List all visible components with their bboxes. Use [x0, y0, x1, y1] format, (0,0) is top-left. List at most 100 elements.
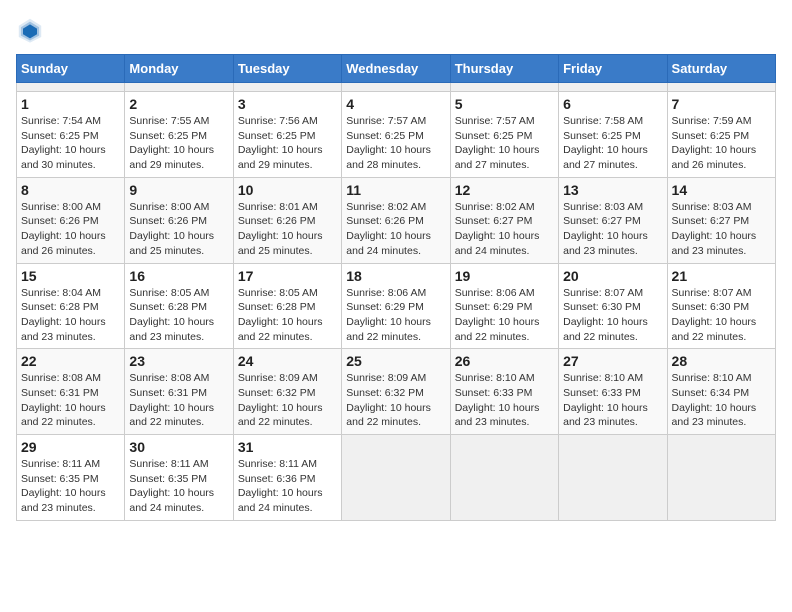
- day-cell: 10 Sunrise: 8:01 AMSunset: 6:26 PMDaylig…: [233, 177, 341, 263]
- calendar-header-row: SundayMondayTuesdayWednesdayThursdayFrid…: [17, 55, 776, 83]
- day-cell: [450, 435, 558, 521]
- day-info: Sunrise: 8:03 AMSunset: 6:27 PMDaylight:…: [672, 201, 757, 257]
- day-number: 18: [346, 268, 445, 284]
- day-cell: 2 Sunrise: 7:55 AMSunset: 6:25 PMDayligh…: [125, 92, 233, 178]
- day-number: 5: [455, 96, 554, 112]
- day-info: Sunrise: 8:11 AMSunset: 6:36 PMDaylight:…: [238, 458, 323, 514]
- day-info: Sunrise: 7:54 AMSunset: 6:25 PMDaylight:…: [21, 115, 106, 171]
- day-info: Sunrise: 8:11 AMSunset: 6:35 PMDaylight:…: [21, 458, 106, 514]
- day-number: 23: [129, 353, 228, 369]
- day-info: Sunrise: 8:02 AMSunset: 6:27 PMDaylight:…: [455, 201, 540, 257]
- day-cell: [17, 83, 125, 92]
- day-cell: [233, 83, 341, 92]
- day-cell: 17 Sunrise: 8:05 AMSunset: 6:28 PMDaylig…: [233, 263, 341, 349]
- day-info: Sunrise: 8:08 AMSunset: 6:31 PMDaylight:…: [129, 372, 214, 428]
- logo: [16, 16, 48, 44]
- day-info: Sunrise: 8:10 AMSunset: 6:33 PMDaylight:…: [563, 372, 648, 428]
- day-number: 28: [672, 353, 771, 369]
- day-info: Sunrise: 7:58 AMSunset: 6:25 PMDaylight:…: [563, 115, 648, 171]
- week-row-5: 29 Sunrise: 8:11 AMSunset: 6:35 PMDaylig…: [17, 435, 776, 521]
- day-cell: 28 Sunrise: 8:10 AMSunset: 6:34 PMDaylig…: [667, 349, 775, 435]
- week-row-1: 1 Sunrise: 7:54 AMSunset: 6:25 PMDayligh…: [17, 92, 776, 178]
- day-number: 31: [238, 439, 337, 455]
- calendar: SundayMondayTuesdayWednesdayThursdayFrid…: [16, 54, 776, 521]
- day-cell: 24 Sunrise: 8:09 AMSunset: 6:32 PMDaylig…: [233, 349, 341, 435]
- week-row-3: 15 Sunrise: 8:04 AMSunset: 6:28 PMDaylig…: [17, 263, 776, 349]
- day-number: 30: [129, 439, 228, 455]
- day-info: Sunrise: 8:02 AMSunset: 6:26 PMDaylight:…: [346, 201, 431, 257]
- day-number: 27: [563, 353, 662, 369]
- day-number: 6: [563, 96, 662, 112]
- day-number: 14: [672, 182, 771, 198]
- day-number: 21: [672, 268, 771, 284]
- day-cell: [342, 83, 450, 92]
- day-number: 10: [238, 182, 337, 198]
- day-cell: [559, 435, 667, 521]
- day-cell: 18 Sunrise: 8:06 AMSunset: 6:29 PMDaylig…: [342, 263, 450, 349]
- day-number: 13: [563, 182, 662, 198]
- logo-icon: [16, 16, 44, 44]
- day-cell: 30 Sunrise: 8:11 AMSunset: 6:35 PMDaylig…: [125, 435, 233, 521]
- day-number: 1: [21, 96, 120, 112]
- day-cell: [559, 83, 667, 92]
- header-friday: Friday: [559, 55, 667, 83]
- day-cell: 11 Sunrise: 8:02 AMSunset: 6:26 PMDaylig…: [342, 177, 450, 263]
- day-cell: [125, 83, 233, 92]
- day-number: 7: [672, 96, 771, 112]
- header-tuesday: Tuesday: [233, 55, 341, 83]
- day-info: Sunrise: 8:06 AMSunset: 6:29 PMDaylight:…: [455, 287, 540, 343]
- week-row-0: [17, 83, 776, 92]
- day-number: 11: [346, 182, 445, 198]
- day-info: Sunrise: 8:00 AMSunset: 6:26 PMDaylight:…: [21, 201, 106, 257]
- day-cell: 1 Sunrise: 7:54 AMSunset: 6:25 PMDayligh…: [17, 92, 125, 178]
- day-cell: 16 Sunrise: 8:05 AMSunset: 6:28 PMDaylig…: [125, 263, 233, 349]
- day-cell: [667, 83, 775, 92]
- header-monday: Monday: [125, 55, 233, 83]
- day-cell: 31 Sunrise: 8:11 AMSunset: 6:36 PMDaylig…: [233, 435, 341, 521]
- day-info: Sunrise: 7:57 AMSunset: 6:25 PMDaylight:…: [455, 115, 540, 171]
- header-saturday: Saturday: [667, 55, 775, 83]
- day-cell: 7 Sunrise: 7:59 AMSunset: 6:25 PMDayligh…: [667, 92, 775, 178]
- day-info: Sunrise: 8:11 AMSunset: 6:35 PMDaylight:…: [129, 458, 214, 514]
- day-info: Sunrise: 8:07 AMSunset: 6:30 PMDaylight:…: [563, 287, 648, 343]
- day-number: 15: [21, 268, 120, 284]
- day-info: Sunrise: 7:59 AMSunset: 6:25 PMDaylight:…: [672, 115, 757, 171]
- day-cell: 6 Sunrise: 7:58 AMSunset: 6:25 PMDayligh…: [559, 92, 667, 178]
- week-row-2: 8 Sunrise: 8:00 AMSunset: 6:26 PMDayligh…: [17, 177, 776, 263]
- day-info: Sunrise: 8:05 AMSunset: 6:28 PMDaylight:…: [238, 287, 323, 343]
- day-cell: 12 Sunrise: 8:02 AMSunset: 6:27 PMDaylig…: [450, 177, 558, 263]
- day-number: 17: [238, 268, 337, 284]
- day-info: Sunrise: 8:01 AMSunset: 6:26 PMDaylight:…: [238, 201, 323, 257]
- day-number: 25: [346, 353, 445, 369]
- day-info: Sunrise: 8:00 AMSunset: 6:26 PMDaylight:…: [129, 201, 214, 257]
- day-number: 16: [129, 268, 228, 284]
- day-cell: [667, 435, 775, 521]
- day-cell: 13 Sunrise: 8:03 AMSunset: 6:27 PMDaylig…: [559, 177, 667, 263]
- day-number: 4: [346, 96, 445, 112]
- week-row-4: 22 Sunrise: 8:08 AMSunset: 6:31 PMDaylig…: [17, 349, 776, 435]
- day-cell: 15 Sunrise: 8:04 AMSunset: 6:28 PMDaylig…: [17, 263, 125, 349]
- day-cell: 14 Sunrise: 8:03 AMSunset: 6:27 PMDaylig…: [667, 177, 775, 263]
- day-info: Sunrise: 8:10 AMSunset: 6:33 PMDaylight:…: [455, 372, 540, 428]
- day-number: 29: [21, 439, 120, 455]
- day-number: 9: [129, 182, 228, 198]
- day-info: Sunrise: 8:09 AMSunset: 6:32 PMDaylight:…: [346, 372, 431, 428]
- day-info: Sunrise: 8:09 AMSunset: 6:32 PMDaylight:…: [238, 372, 323, 428]
- day-cell: 5 Sunrise: 7:57 AMSunset: 6:25 PMDayligh…: [450, 92, 558, 178]
- day-cell: 27 Sunrise: 8:10 AMSunset: 6:33 PMDaylig…: [559, 349, 667, 435]
- day-number: 3: [238, 96, 337, 112]
- day-cell: 25 Sunrise: 8:09 AMSunset: 6:32 PMDaylig…: [342, 349, 450, 435]
- day-cell: 20 Sunrise: 8:07 AMSunset: 6:30 PMDaylig…: [559, 263, 667, 349]
- day-cell: [342, 435, 450, 521]
- day-cell: 8 Sunrise: 8:00 AMSunset: 6:26 PMDayligh…: [17, 177, 125, 263]
- day-number: 26: [455, 353, 554, 369]
- day-number: 12: [455, 182, 554, 198]
- day-info: Sunrise: 7:56 AMSunset: 6:25 PMDaylight:…: [238, 115, 323, 171]
- day-cell: 22 Sunrise: 8:08 AMSunset: 6:31 PMDaylig…: [17, 349, 125, 435]
- day-cell: 29 Sunrise: 8:11 AMSunset: 6:35 PMDaylig…: [17, 435, 125, 521]
- page-header: [16, 16, 776, 44]
- day-cell: 9 Sunrise: 8:00 AMSunset: 6:26 PMDayligh…: [125, 177, 233, 263]
- header-wednesday: Wednesday: [342, 55, 450, 83]
- header-sunday: Sunday: [17, 55, 125, 83]
- day-info: Sunrise: 7:57 AMSunset: 6:25 PMDaylight:…: [346, 115, 431, 171]
